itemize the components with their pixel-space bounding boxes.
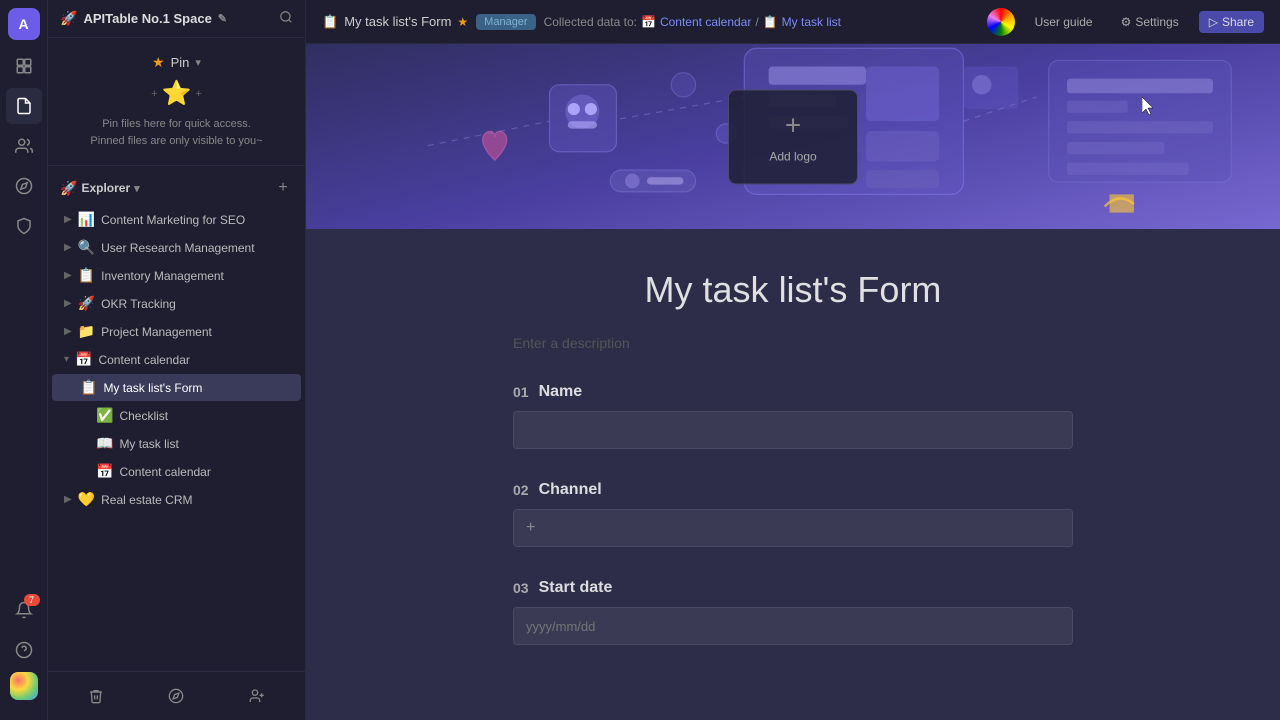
field-name-label: 01 Name [513, 383, 1073, 401]
pin-button[interactable]: Pin [171, 55, 190, 70]
form-description: Enter a description [513, 335, 1073, 351]
pin-chevron: ▾ [195, 56, 201, 69]
field-start-date: 03 Start date [513, 579, 1073, 645]
nav-home[interactable] [6, 48, 42, 84]
pin-star-icon: ★ [152, 54, 165, 71]
chevron-right-icon: ▶ [64, 214, 72, 225]
add-logo-button[interactable]: + Add logo [728, 89, 858, 184]
field-number: 03 [513, 580, 529, 596]
field-label-text: Name [539, 383, 583, 401]
main-area: 📋 My task list's Form ★ Manager Collecte… [306, 0, 1280, 720]
field-label-text: Start date [539, 579, 613, 597]
channel-input[interactable]: + [513, 509, 1073, 547]
explorer-label[interactable]: 🚀 Explorer ▾ [60, 180, 140, 197]
pin-hint-text: Pin files here for quick access. Pinned … [64, 116, 289, 149]
sidebar-bottom [48, 671, 305, 720]
chevron-right-icon: ▶ [64, 326, 72, 337]
content-calendar-link[interactable]: Content calendar [660, 15, 751, 29]
sidebar-item-inventory[interactable]: ▶ 📋 Inventory Management [52, 262, 301, 289]
sidebar-header-icons [279, 10, 293, 27]
field-channel-label: 02 Channel [513, 481, 1073, 499]
template-button[interactable] [160, 680, 192, 712]
sidebar-item-okr[interactable]: ▶ 🚀 OKR Tracking [52, 290, 301, 317]
form-content: + Add logo My task list's Form Enter a d… [306, 44, 1280, 720]
field-number: 02 [513, 482, 529, 498]
manager-badge: Manager [476, 14, 535, 30]
topbar-left: 📋 My task list's Form ★ Manager Collecte… [322, 14, 841, 30]
pin-section: ★ Pin ▾ + ⭐ + Pin files here for quick a… [48, 38, 305, 166]
bottom-avatar[interactable] [10, 672, 38, 700]
chevron-right-icon: ▶ [64, 494, 72, 505]
sidebar-item-checklist[interactable]: ✅ Checklist [52, 402, 301, 429]
explorer-chevron: ▾ [134, 182, 140, 195]
field-channel: 02 Channel + [513, 481, 1073, 547]
sidebar-item-user-research[interactable]: ▶ 🔍 User Research Management [52, 234, 301, 261]
settings-button[interactable]: ⚙ Settings [1113, 11, 1187, 33]
rainbow-icon[interactable] [987, 8, 1015, 36]
user-avatar[interactable]: A [8, 8, 40, 40]
sidebar: 🚀 APITable No.1 Space ✎ ★ Pin ▾ + ⭐ + Pi… [48, 0, 306, 720]
explorer-header: 🚀 Explorer ▾ + [48, 174, 305, 202]
chevron-right-icon: ▶ [64, 270, 72, 281]
topbar: 📋 My task list's Form ★ Manager Collecte… [306, 0, 1280, 44]
sidebar-title: 🚀 APITable No.1 Space ✎ [60, 10, 227, 27]
icon-bar: A [0, 0, 48, 720]
field-date-label: 03 Start date [513, 579, 1073, 597]
notification-count: 7 [24, 594, 40, 606]
user-guide-button[interactable]: User guide [1027, 11, 1101, 33]
nav-members[interactable] [6, 128, 42, 164]
nav-security[interactable] [6, 208, 42, 244]
form-doc-icon: 📋 [322, 14, 338, 30]
sidebar-item-project[interactable]: ▶ 📁 Project Management [52, 318, 301, 345]
topbar-right: User guide ⚙ Settings ▷ Share [987, 8, 1264, 36]
chevron-right-icon: ▶ [64, 242, 72, 253]
form-banner: + Add logo [306, 44, 1280, 229]
name-input[interactable] [513, 411, 1073, 449]
share-arrow-icon: ▷ [1209, 15, 1218, 29]
add-logo-label: Add logo [769, 150, 816, 164]
sidebar-item-my-task-form[interactable]: 📋 My task list's Form [52, 374, 301, 401]
form-tab: 📋 My task list's Form ★ [322, 14, 468, 30]
nav-help[interactable] [6, 632, 42, 668]
sidebar-item-content-calendar-sub[interactable]: 📅 Content calendar [52, 458, 301, 485]
sidebar-item-content-marketing[interactable]: ▶ 📊 Content Marketing for SEO [52, 206, 301, 233]
date-input[interactable] [513, 607, 1073, 645]
search-icon[interactable] [279, 10, 293, 27]
nav-files[interactable] [6, 88, 42, 124]
nav-explore[interactable] [6, 168, 42, 204]
sidebar-item-real-estate[interactable]: ▶ 💛 Real estate CRM [52, 486, 301, 513]
add-item-button[interactable]: + [273, 178, 293, 198]
nav-notifications[interactable]: 7 [6, 592, 42, 628]
share-button[interactable]: ▷ Share [1199, 11, 1264, 33]
field-label-text: Channel [539, 481, 602, 499]
pin-icon-area: + ⭐ + [64, 79, 289, 108]
form-name: My task list's Form [344, 14, 451, 29]
sidebar-item-content-calendar[interactable]: ▾ 📅 Content calendar [52, 346, 301, 373]
chevron-down-icon: ▾ [64, 354, 69, 365]
settings-gear-icon: ⚙ [1121, 15, 1132, 29]
chevron-right-icon: ▶ [64, 298, 72, 309]
field-number: 01 [513, 384, 529, 400]
form-title: My task list's Form [513, 269, 1073, 311]
field-name: 01 Name [513, 383, 1073, 449]
sidebar-header: 🚀 APITable No.1 Space ✎ [48, 0, 305, 38]
sidebar-item-my-task-list[interactable]: 📖 My task list [52, 430, 301, 457]
favorite-star-icon[interactable]: ★ [457, 15, 468, 29]
add-member-button[interactable] [241, 680, 273, 712]
collected-info: Collected data to: 📅 Content calendar / … [544, 15, 841, 29]
task-list-link[interactable]: My task list [782, 15, 841, 29]
add-logo-plus-icon: + [785, 110, 801, 142]
sidebar-explorer: 🚀 Explorer ▾ + ▶ 📊 Content Marketing for… [48, 166, 305, 671]
form-body: My task list's Form Enter a description … [493, 229, 1093, 720]
delete-button[interactable] [80, 680, 112, 712]
